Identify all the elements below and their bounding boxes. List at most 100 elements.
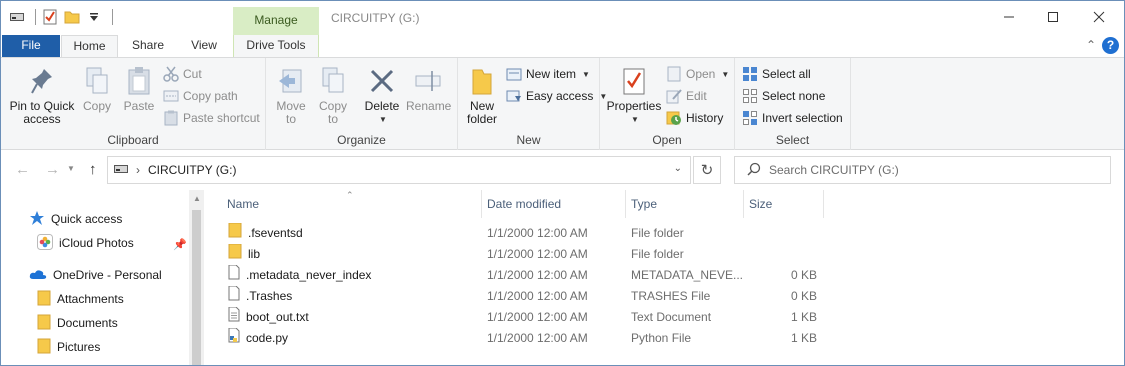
scrollbar-thumb[interactable] <box>192 210 201 365</box>
file-type: File folder <box>631 247 684 261</box>
scroll-up-icon[interactable]: ▲ <box>193 194 201 203</box>
file-row[interactable]: code.py 1/1/2000 12:00 AM Python File 1 … <box>224 328 824 349</box>
copy-icon <box>79 64 115 98</box>
folder-icon <box>462 64 502 98</box>
cut-button[interactable]: Cut <box>163 64 202 84</box>
copy-button[interactable]: Copy <box>79 64 115 113</box>
file-name: .metadata_never_index <box>246 268 372 282</box>
delete-button[interactable]: Delete ▼ <box>362 64 402 126</box>
select-all-button[interactable]: Select all <box>742 64 811 84</box>
collapse-ribbon-icon[interactable]: ⌃ <box>1086 38 1096 52</box>
ribbon-tabs: File Home Share View Drive Tools ⌃ ? <box>1 35 1124 58</box>
select-all-icon <box>742 66 758 82</box>
copy-path-button[interactable]: Copy path <box>163 86 238 106</box>
nav-item-onedrive[interactable]: OneDrive - Personal <box>29 264 162 286</box>
rename-icon <box>406 64 450 98</box>
file-row[interactable]: boot_out.txt 1/1/2000 12:00 AM Text Docu… <box>224 307 824 328</box>
new-group: New folder New item ▼ Easy access ▼ New <box>458 58 607 150</box>
file-date: 1/1/2000 12:00 AM <box>487 289 588 303</box>
invert-selection-button[interactable]: Invert selection <box>742 108 843 128</box>
nav-label-onedrive: OneDrive - Personal <box>53 268 162 282</box>
folder-icon <box>37 314 51 333</box>
tab-file[interactable]: File <box>2 35 60 57</box>
maximize-button[interactable] <box>1041 7 1065 27</box>
address-dropdown-icon[interactable]: ⌄ <box>674 163 682 174</box>
open-group: Properties ▼ Open ▼ Edit History Open <box>600 58 735 150</box>
pin-to-quick-access-button[interactable]: Pin to Quick access <box>7 64 77 126</box>
properties-button[interactable]: Properties ▼ <box>606 64 662 126</box>
refresh-icon: ↻ <box>700 162 714 179</box>
search-input[interactable] <box>769 163 1089 177</box>
text-file-icon <box>228 307 240 328</box>
tab-share[interactable]: Share <box>122 35 174 57</box>
new-folder-icon[interactable] <box>64 9 80 25</box>
organize-group: Move to Copy to Delete ▼ Rename Organize <box>266 58 458 150</box>
nav-item-pictures[interactable]: Pictures <box>37 336 100 358</box>
tab-view[interactable]: View <box>181 35 227 57</box>
select-none-button[interactable]: Select none <box>742 86 825 106</box>
tab-drive-tools[interactable]: Drive Tools <box>233 35 319 57</box>
easy-access-button[interactable]: Easy access ▼ <box>506 86 607 106</box>
copy-to-button[interactable]: Copy to <box>314 64 352 126</box>
file-row[interactable]: .fseventsd 1/1/2000 12:00 AM File folder <box>224 223 824 244</box>
nav-item-quick-access[interactable]: Quick access <box>29 208 122 230</box>
address-bar[interactable]: › CIRCUITPY (G:) ⌄ <box>107 156 691 184</box>
history-button[interactable]: History <box>666 108 723 128</box>
breadcrumb-separator-icon[interactable]: › <box>136 163 140 177</box>
nav-scrollbar[interactable]: ▲ <box>189 190 204 365</box>
open-label: Open <box>686 67 716 81</box>
file-row[interactable]: .metadata_never_index 1/1/2000 12:00 AM … <box>224 265 824 286</box>
new-group-label: New <box>516 133 541 147</box>
address-row: ← → ▼ ↑ › CIRCUITPY (G:) ⌄ ↻ <box>1 150 1124 190</box>
column-header-type[interactable]: Type <box>626 190 744 218</box>
paste-button[interactable]: Paste <box>119 64 159 113</box>
pin-icon[interactable]: 📌 <box>173 238 187 251</box>
nav-item-attachments[interactable]: Attachments <box>37 288 124 310</box>
column-header-name[interactable]: Name <box>222 190 482 218</box>
tab-home[interactable]: Home <box>61 35 118 58</box>
back-arrow-icon[interactable]: ← <box>15 161 30 178</box>
cut-label: Cut <box>183 67 202 81</box>
navigation-pane: Quick access iCloud Photos 📌 OneDrive - … <box>1 190 189 365</box>
new-item-dropdown-icon: ▼ <box>582 69 590 79</box>
close-button[interactable] <box>1087 7 1111 27</box>
new-item-label: New item <box>526 67 577 81</box>
up-arrow-icon[interactable]: ↑ <box>89 161 97 178</box>
folder-icon <box>37 338 51 357</box>
file-name: .fseventsd <box>248 226 303 240</box>
column-header-date[interactable]: Date modified <box>482 190 626 218</box>
forward-arrow-icon[interactable]: → <box>45 161 60 178</box>
paste-shortcut-button[interactable]: Paste shortcut <box>163 108 260 128</box>
rename-button[interactable]: Rename <box>406 64 451 113</box>
file-type: METADATA_NEVE... <box>631 268 744 282</box>
select-none-label: Select none <box>762 89 826 103</box>
properties-icon[interactable] <box>42 9 58 25</box>
copy-label: Copy <box>82 99 111 113</box>
recent-locations-icon[interactable]: ▼ <box>67 164 75 173</box>
minimize-button[interactable] <box>997 7 1021 27</box>
paste-shortcut-icon <box>163 110 179 126</box>
help-icon[interactable]: ? <box>1102 37 1119 54</box>
folder-icon <box>228 244 242 265</box>
search-box[interactable] <box>734 156 1111 184</box>
nav-label-attachments: Attachments <box>57 292 124 306</box>
new-item-button[interactable]: New item ▼ <box>506 64 590 84</box>
copy-path-label: Copy path <box>183 89 238 103</box>
paste-shortcut-label: Paste shortcut <box>183 111 260 125</box>
new-folder-button[interactable]: New folder <box>462 64 502 126</box>
breadcrumb-current[interactable]: CIRCUITPY (G:) <box>148 163 236 177</box>
file-row[interactable]: lib 1/1/2000 12:00 AM File folder <box>224 244 824 265</box>
column-header-size[interactable]: Size <box>744 190 824 218</box>
move-to-button[interactable]: Move to <box>272 64 310 126</box>
open-button[interactable]: Open ▼ <box>666 64 729 84</box>
refresh-button[interactable]: ↻ <box>693 156 721 184</box>
nav-item-icloud-photos[interactable]: iCloud Photos <box>37 232 134 254</box>
file-icon <box>228 286 240 307</box>
context-tab-manage[interactable]: Manage <box>233 7 319 35</box>
open-icon <box>666 66 682 82</box>
edit-button[interactable]: Edit <box>666 86 707 106</box>
file-row[interactable]: .Trashes 1/1/2000 12:00 AM TRASHES File … <box>224 286 824 307</box>
nav-item-documents[interactable]: Documents <box>37 312 118 334</box>
clipboard-group: Pin to Quick access Copy Paste Cut Copy … <box>1 58 266 150</box>
customize-toolbar-icon[interactable] <box>86 9 102 25</box>
